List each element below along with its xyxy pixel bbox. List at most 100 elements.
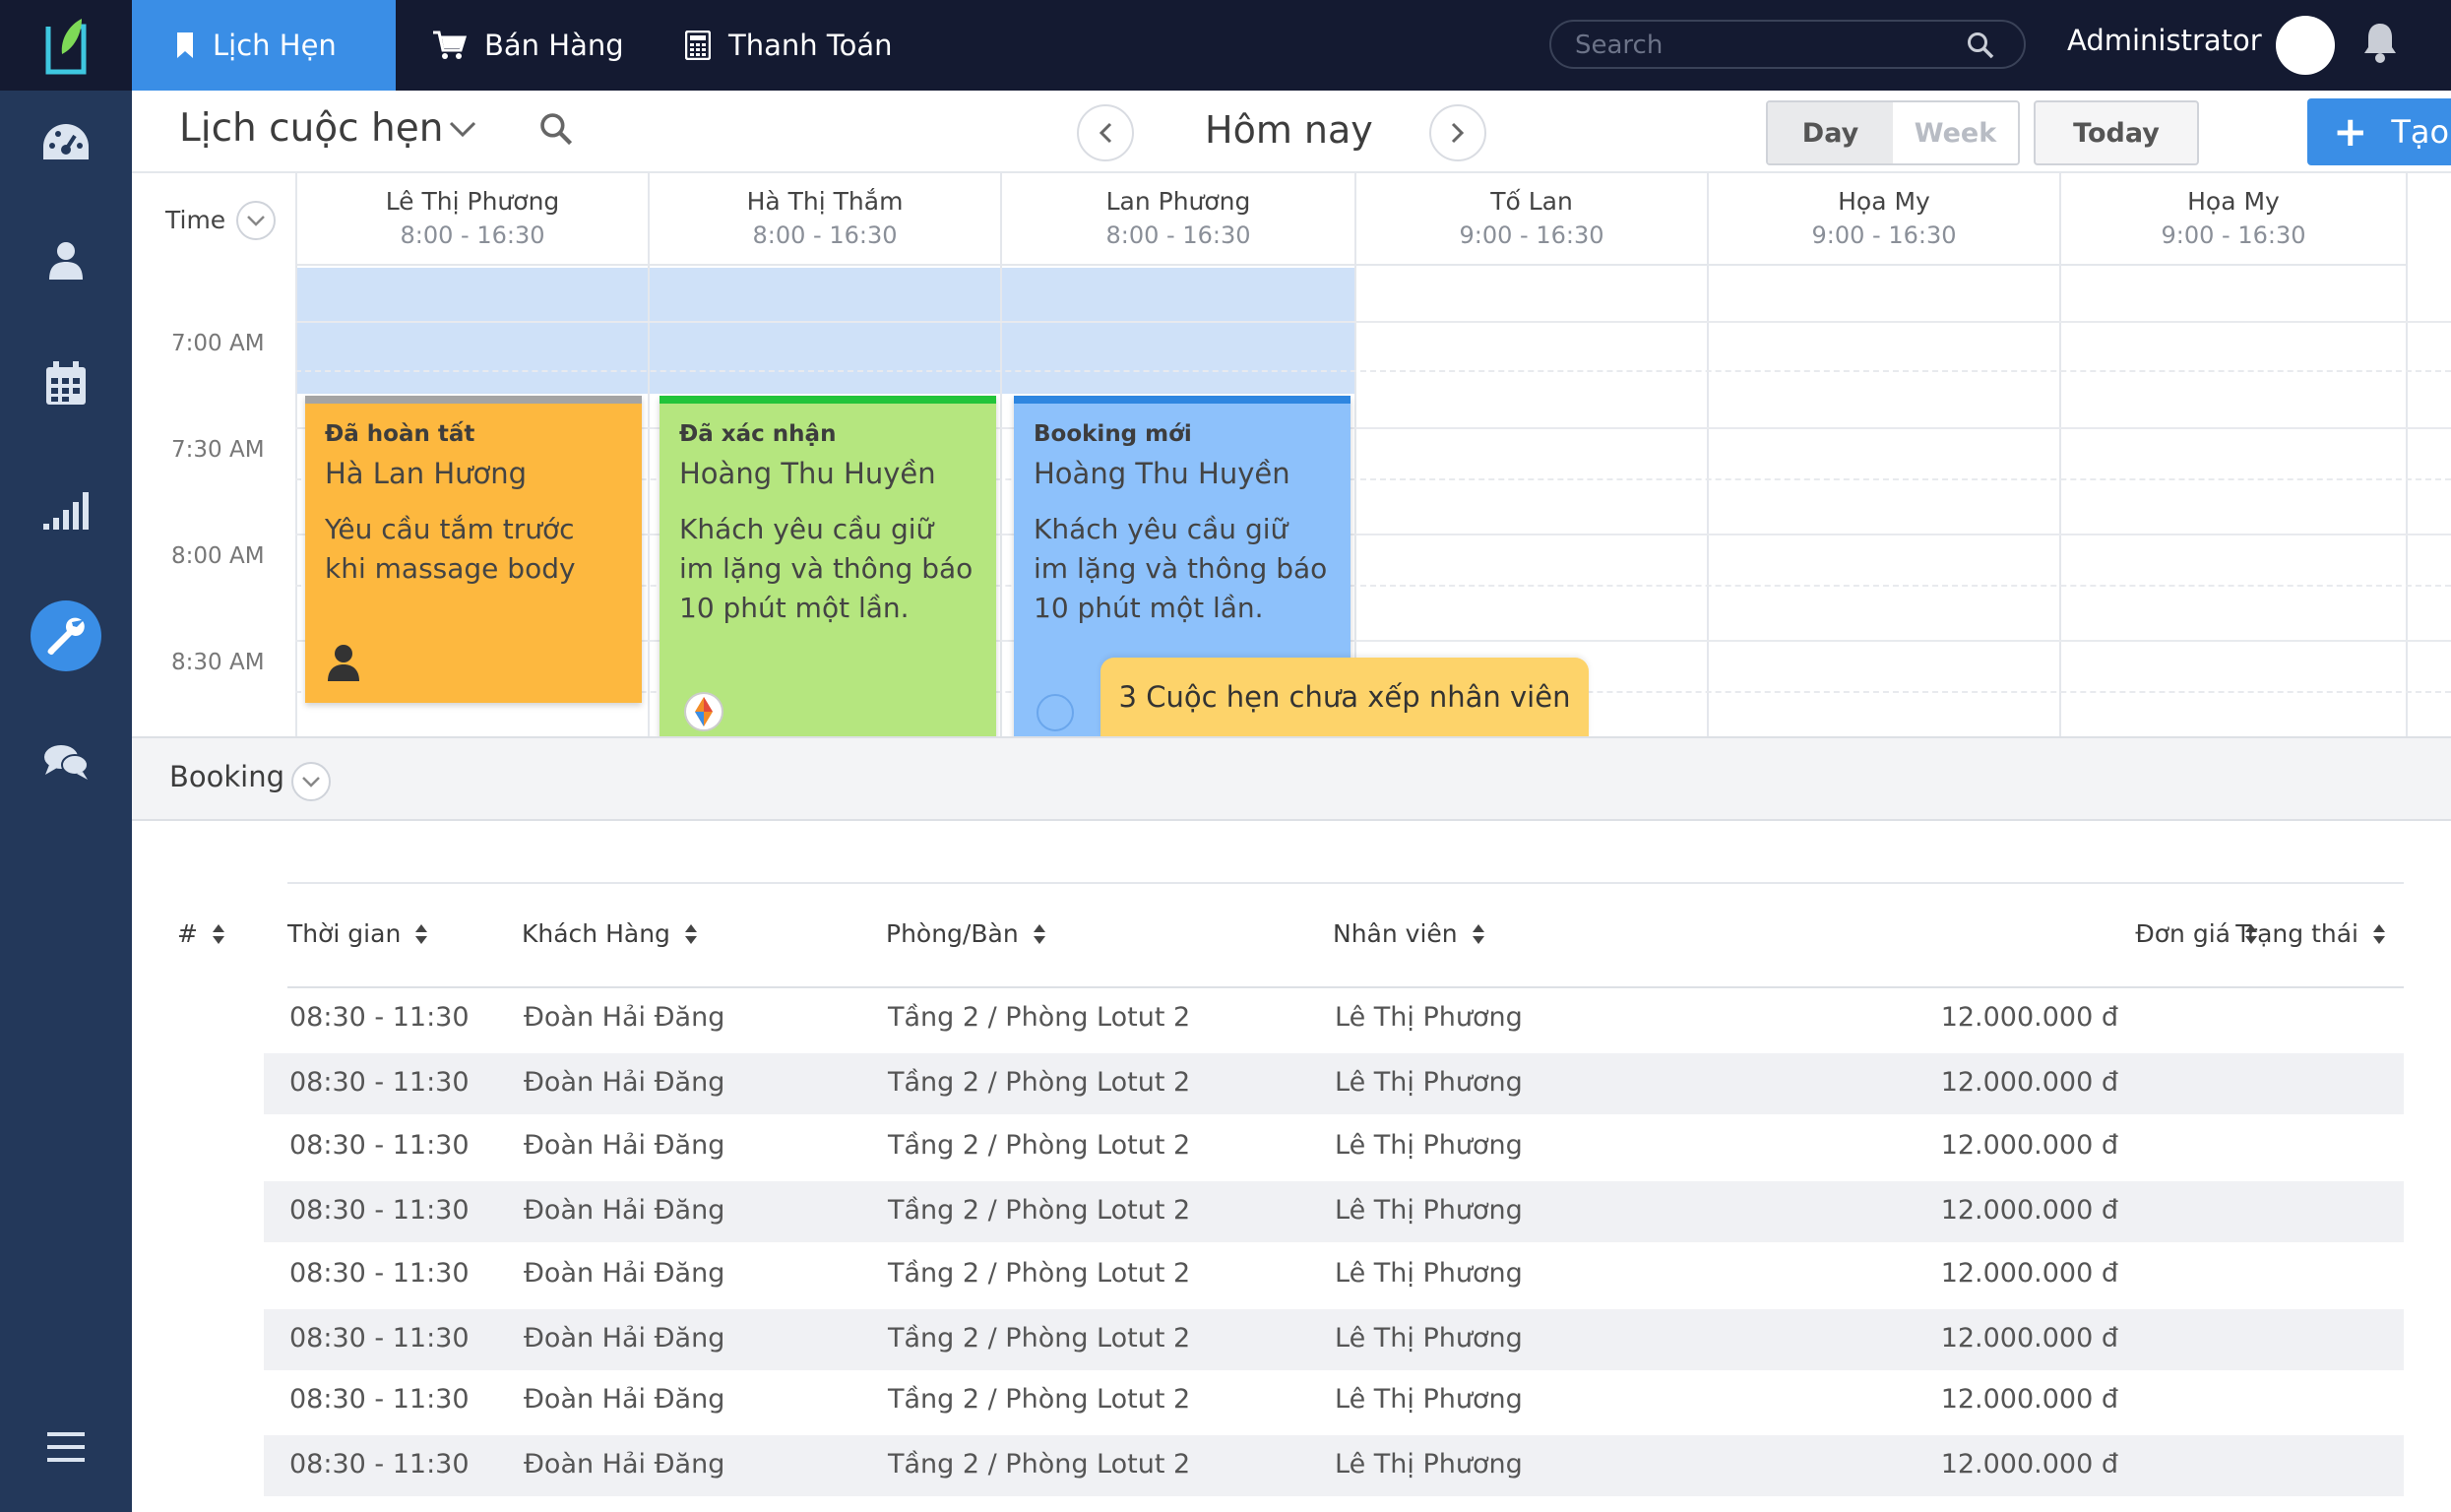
sort-icon — [212, 923, 224, 944]
cell-room: Tầng 2 / Phòng Lotut 2 — [888, 1195, 1191, 1226]
chat-icon — [44, 745, 89, 780]
sidebar-item-users[interactable] — [0, 220, 132, 299]
time-column-header: Time — [132, 173, 295, 266]
tab-thanh-toan[interactable]: Thanh Toán — [685, 0, 893, 91]
current-date-label: Hôm nay — [1205, 108, 1373, 152]
staff-header[interactable]: Họa My 9:00 - 16:30 — [2061, 173, 2406, 266]
time-label: 7:00 AM — [171, 331, 265, 356]
cell-time: 08:30 - 11:30 — [289, 1449, 470, 1480]
cell-staff: Lê Thị Phương — [1335, 1195, 1523, 1226]
table-row[interactable]: 08:30 - 11:30 Đoàn Hải Đăng Tầng 2 / Phò… — [264, 988, 2404, 1049]
table-row[interactable]: 08:30 - 11:30 Đoàn Hải Đăng Tầng 2 / Phò… — [264, 1116, 2404, 1177]
time-label: 8:30 AM — [171, 650, 265, 675]
cell-price: 12.000.000 đ — [1940, 1067, 2118, 1098]
cell-customer: Đoàn Hải Đăng — [524, 1195, 725, 1226]
cell-price: 12.000.000 đ — [1940, 1384, 2118, 1415]
cell-price: 12.000.000 đ — [1940, 1130, 2118, 1161]
appointment-card[interactable]: Đã hoàn tất Hà Lan Hương Yêu cầu tắm trư… — [305, 396, 642, 703]
cell-price: 12.000.000 đ — [1940, 1258, 2118, 1289]
sidebar-item-messages[interactable] — [0, 723, 132, 801]
sort-icon — [415, 923, 428, 944]
column-header-time[interactable]: Thời gian — [287, 919, 428, 948]
table-row[interactable]: 08:30 - 11:30 Đoàn Hải Đăng Tầng 2 / Phò… — [264, 1244, 2404, 1305]
booking-table: # Thời gian Khách Hàng Phòng/Bàn Nhân vi… — [132, 821, 2451, 1512]
cell-time: 08:30 - 11:30 — [289, 1323, 470, 1354]
staff-header[interactable]: Họa My 9:00 - 16:30 — [1709, 173, 2059, 266]
staff-name: Lan Phương — [1105, 187, 1251, 216]
staff-hours: 9:00 - 16:30 — [1459, 221, 1604, 249]
time-label: 8:00 AM — [171, 543, 265, 569]
staff-name: Họa My — [2187, 187, 2280, 216]
sort-icon — [1472, 923, 1484, 944]
appointment-card[interactable]: Đã xác nhận Hoàng Thu Huyền Khách yêu cầ… — [660, 396, 996, 736]
staff-header[interactable]: Hà Thị Thắm 8:00 - 16:30 — [650, 173, 1000, 266]
cell-staff: Lê Thị Phương — [1335, 1002, 1523, 1033]
staff-header[interactable]: Lê Thị Phương 8:00 - 16:30 — [297, 173, 648, 266]
time-toggle-button[interactable] — [236, 201, 276, 240]
table-row[interactable]: 08:30 - 11:30 Đoàn Hải Đăng Tầng 2 / Phò… — [264, 1370, 2404, 1431]
column-header-room[interactable]: Phòng/Bàn — [886, 919, 1046, 948]
cart-icon — [433, 31, 467, 59]
table-top-divider — [287, 882, 2404, 884]
cell-time: 08:30 - 11:30 — [289, 1067, 470, 1098]
user-name[interactable]: Administrator — [2067, 24, 2262, 57]
search-icon[interactable] — [1967, 32, 1994, 59]
avatar[interactable] — [2276, 16, 2335, 75]
unassigned-appointments-button[interactable]: 3 Cuộc hẹn chưa xếp nhân viên — [1100, 658, 1589, 736]
prev-day-button[interactable] — [1077, 104, 1134, 161]
sidebar-menu-toggle[interactable] — [0, 1408, 132, 1486]
today-button[interactable]: Today — [2034, 100, 2199, 165]
cell-price: 12.000.000 đ — [1940, 1323, 2118, 1354]
table-row[interactable]: 08:30 - 11:30 Đoàn Hải Đăng Tầng 2 / Phò… — [264, 1053, 2404, 1114]
cell-room: Tầng 2 / Phòng Lotut 2 — [888, 1130, 1191, 1161]
day-view-button[interactable]: Day — [1768, 102, 1893, 163]
calendar-toolbar: Lịch cuộc hẹn Hôm nay Day Week Today + T… — [132, 91, 2451, 173]
tab-lich-hen[interactable]: Lịch Hẹn — [132, 0, 396, 91]
notifications-button[interactable] — [2362, 22, 2398, 67]
create-new-button[interactable]: + Tạo mới — [2307, 98, 2451, 165]
cell-staff: Lê Thị Phương — [1335, 1130, 1523, 1161]
cell-price: 12.000.000 đ — [1940, 1002, 2118, 1033]
booking-toggle-button[interactable] — [291, 762, 331, 801]
cell-time: 08:30 - 11:30 — [289, 1384, 470, 1415]
tab-ban-hang[interactable]: Bán Hàng — [433, 0, 624, 91]
chevron-down-icon — [302, 777, 320, 788]
sort-icon — [684, 923, 697, 944]
appointment-status: Đã hoàn tất — [325, 421, 475, 447]
column-header-status[interactable]: Trạng thái — [2150, 919, 2386, 948]
app-logo[interactable] — [0, 0, 132, 91]
signal-icon — [43, 492, 89, 530]
appointment-note: Khách yêu cầu giữ im lặng và thông báo 1… — [1034, 513, 1328, 624]
table-row[interactable]: 08:30 - 11:30 Đoàn Hải Đăng Tầng 2 / Phò… — [264, 1435, 2404, 1496]
table-row[interactable]: 08:30 - 11:30 Đoàn Hải Đăng Tầng 2 / Phò… — [264, 1181, 2404, 1242]
booking-label: Booking — [169, 760, 285, 793]
column-header-index[interactable]: # — [177, 919, 225, 948]
staff-header[interactable]: Lan Phương 8:00 - 16:30 — [1002, 173, 1354, 266]
column-header-customer[interactable]: Khách Hàng — [522, 919, 698, 948]
staff-name: Hà Thị Thắm — [746, 187, 904, 216]
table-row[interactable]: 08:30 - 11:30 Đoàn Hải Đăng Tầng 2 / Phò… — [264, 1309, 2404, 1370]
sidebar-item-tools[interactable] — [0, 597, 132, 675]
sidebar-item-calendar[interactable] — [0, 345, 132, 423]
next-day-button[interactable] — [1429, 104, 1486, 161]
search-input[interactable] — [1575, 30, 1949, 61]
column-header-staff[interactable]: Nhân viên — [1333, 919, 1485, 948]
sidebar-item-reports[interactable] — [0, 471, 132, 549]
cell-customer: Đoàn Hải Đăng — [524, 1449, 725, 1480]
column-label: Nhân viên — [1333, 919, 1458, 948]
column-label: # — [177, 919, 198, 948]
calendar-search-button[interactable] — [539, 112, 573, 150]
cell-room: Tầng 2 / Phòng Lotut 2 — [888, 1258, 1191, 1289]
view-dropdown[interactable] — [449, 120, 476, 142]
cell-time: 08:30 - 11:30 — [289, 1002, 470, 1033]
cell-staff: Lê Thị Phương — [1335, 1067, 1523, 1098]
cell-time: 08:30 - 11:30 — [289, 1258, 470, 1289]
cell-room: Tầng 2 / Phòng Lotut 2 — [888, 1067, 1191, 1098]
staff-header[interactable]: Tố Lan 9:00 - 16:30 — [1356, 173, 1707, 266]
logo-icon — [45, 19, 87, 75]
week-view-button[interactable]: Week — [1893, 102, 2018, 163]
time-header-label: Time — [165, 205, 226, 234]
appointment-client: Hoàng Thu Huyền — [679, 457, 936, 490]
sidebar-item-dashboard[interactable] — [0, 102, 132, 181]
staff-avatar-icon — [684, 692, 723, 731]
